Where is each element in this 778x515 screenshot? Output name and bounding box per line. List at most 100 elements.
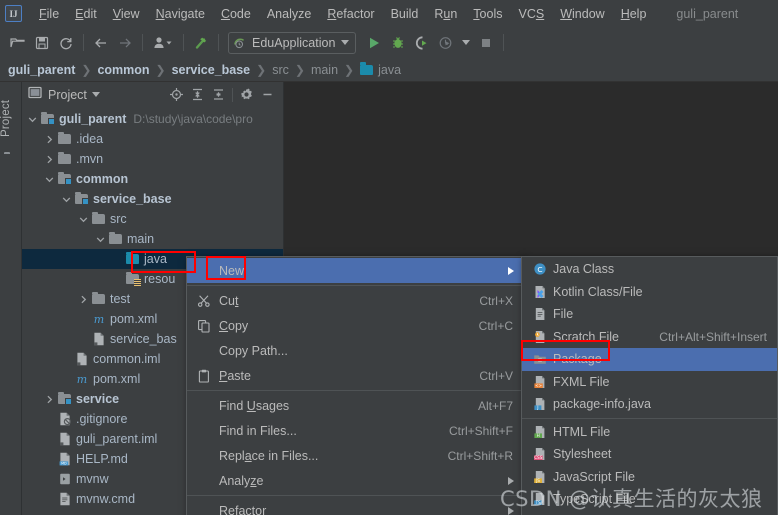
- settings-gear-icon[interactable]: [236, 84, 257, 105]
- run-configuration-selector[interactable]: EduApplication: [228, 31, 357, 54]
- breadcrumb-item-2[interactable]: service_base: [172, 63, 251, 77]
- tree-node-label: test: [110, 292, 131, 306]
- chevron-right-icon[interactable]: [77, 289, 90, 309]
- chevron-right-icon[interactable]: [43, 129, 56, 149]
- chevron-down-icon[interactable]: [60, 189, 73, 209]
- chevron-down-icon[interactable]: [77, 209, 90, 229]
- menu-edit[interactable]: Edit: [67, 4, 105, 24]
- locate-icon[interactable]: [166, 84, 187, 105]
- menu-help[interactable]: Help: [613, 4, 655, 24]
- profiler-dropdown-icon[interactable]: [458, 31, 474, 54]
- tree-node-label: guli_parent: [59, 112, 127, 126]
- submenu-item-java-class[interactable]: C Java Class: [522, 258, 777, 281]
- tree-node-common[interactable]: common: [22, 169, 283, 189]
- breadcrumb-item-5[interactable]: java: [378, 63, 401, 77]
- context-menu-shortcut: Alt+F7: [477, 398, 513, 413]
- tree-node-src[interactable]: src: [22, 209, 283, 229]
- svg-text:C: C: [537, 265, 542, 274]
- submenu-item-file[interactable]: File: [522, 303, 777, 326]
- context-menu-item-copy-path[interactable]: Copy Path...: [187, 338, 523, 363]
- context-menu-label: Analyze: [219, 473, 264, 488]
- context-menu-label: Find in Files...: [219, 423, 297, 438]
- folder-icon: [107, 229, 124, 249]
- context-menu-item-find-in-files[interactable]: Find in Files... Ctrl+Shift+F: [187, 418, 523, 443]
- menu-tools[interactable]: Tools: [465, 4, 510, 24]
- breadcrumb: guli_parent ❯ common ❯ service_base ❯ sr…: [0, 58, 778, 82]
- menu-file[interactable]: FFileile: [31, 4, 67, 24]
- submenu-item-fxml-file[interactable]: <> FXML File: [522, 371, 777, 394]
- build-hammer-icon[interactable]: [189, 31, 213, 54]
- toolbar-divider-5: [503, 34, 505, 51]
- tree-node-guli-parent[interactable]: guli_parent D:\study\java\code\pro: [22, 109, 283, 129]
- run-coverage-icon[interactable]: [410, 31, 434, 54]
- tree-node-idea[interactable]: .idea: [22, 129, 283, 149]
- new-submenu[interactable]: C Java Class Kotlin Class/File File Scra…: [521, 256, 778, 515]
- breadcrumb-item-1[interactable]: common: [97, 63, 149, 77]
- chevron-down-icon[interactable]: [26, 109, 39, 129]
- svg-text:MD: MD: [61, 462, 67, 466]
- submenu-label: FXML File: [553, 374, 610, 389]
- menu-code[interactable]: Code: [213, 4, 259, 24]
- menu-view[interactable]: View: [105, 4, 148, 24]
- project-view-chevron-down-icon[interactable]: [91, 92, 100, 97]
- hide-icon[interactable]: [257, 84, 278, 105]
- expand-all-icon[interactable]: [187, 84, 208, 105]
- submenu-label: Scratch File: [553, 329, 619, 344]
- submenu-item-package-info-java[interactable]: J package-info.java: [522, 393, 777, 416]
- tree-node-label: .gitignore: [76, 412, 128, 426]
- context-menu-item-copy[interactable]: Copy Ctrl+C: [187, 313, 523, 338]
- context-menu-item-refactor[interactable]: Refactor: [187, 498, 523, 515]
- menu-analyze[interactable]: Analyze: [259, 4, 319, 24]
- chevron-down-icon[interactable]: [341, 40, 350, 45]
- context-menu-item-replace-in-files[interactable]: Replace in Files... Ctrl+Shift+R: [187, 443, 523, 468]
- menu-window[interactable]: Window: [552, 4, 612, 24]
- save-all-icon[interactable]: [30, 31, 54, 54]
- tree-node-label: .mvn: [76, 152, 104, 166]
- stop-icon[interactable]: [474, 31, 498, 54]
- tool-window-button-project[interactable]: Project: [0, 88, 22, 148]
- submenu-item-kotlin-class-file[interactable]: Kotlin Class/File: [522, 281, 777, 304]
- menu-run[interactable]: Run: [426, 4, 465, 24]
- sync-icon[interactable]: [54, 31, 78, 54]
- tree-node-service-base[interactable]: service_base: [22, 189, 283, 209]
- forward-icon[interactable]: [113, 31, 137, 54]
- menu-build[interactable]: Build: [383, 4, 427, 24]
- menu-navigate[interactable]: Navigate: [148, 4, 213, 24]
- chevron-down-icon[interactable]: [94, 229, 107, 249]
- chevron-right-icon[interactable]: [43, 389, 56, 409]
- context-menu-shortcut: Ctrl+Shift+R: [447, 448, 513, 463]
- chevron-right-icon[interactable]: [43, 149, 56, 169]
- tree-node-mvn[interactable]: .mvn: [22, 149, 283, 169]
- context-menu[interactable]: New Cut Ctrl+X Copy Ctrl+C Copy Path...: [186, 256, 524, 515]
- breadcrumb-item-0[interactable]: guli_parent: [8, 63, 75, 77]
- iml-file-icon: [56, 429, 73, 449]
- submenu-item-scratch-file[interactable]: Scratch File Ctrl+Alt+Shift+Insert: [522, 326, 777, 349]
- back-icon[interactable]: [89, 31, 113, 54]
- submenu-item-stylesheet[interactable]: CSS Stylesheet: [522, 443, 777, 466]
- context-menu-item-analyze[interactable]: Analyze: [187, 468, 523, 493]
- context-menu-item-paste[interactable]: Paste Ctrl+V: [187, 363, 523, 388]
- profiler-icon[interactable]: [434, 31, 458, 54]
- context-menu-label: Copy: [219, 318, 249, 333]
- debug-icon[interactable]: [386, 31, 410, 54]
- chevron-down-icon[interactable]: [43, 169, 56, 189]
- submenu-item-package[interactable]: Package: [522, 348, 777, 371]
- collapse-all-icon[interactable]: [208, 84, 229, 105]
- open-folder-icon[interactable]: [6, 31, 30, 54]
- tree-node-main[interactable]: main: [22, 229, 283, 249]
- folder-icon: [56, 129, 73, 149]
- submenu-item-html-file[interactable]: H HTML File: [522, 421, 777, 444]
- breadcrumb-chevron-icon: ❯: [256, 62, 267, 77]
- context-menu-item-cut[interactable]: Cut Ctrl+X: [187, 288, 523, 313]
- tree-node-label: guli_parent.iml: [76, 432, 158, 446]
- breadcrumb-item-3[interactable]: src: [272, 63, 289, 77]
- menu-refactor[interactable]: Refactor: [319, 4, 382, 24]
- menu-vcs[interactable]: VCS: [510, 4, 552, 24]
- run-icon[interactable]: [362, 31, 386, 54]
- context-menu-item-new[interactable]: New: [187, 258, 523, 283]
- breadcrumb-item-4[interactable]: main: [311, 63, 338, 77]
- context-menu-item-find-usages[interactable]: Find Usages Alt+F7: [187, 393, 523, 418]
- profile-icon[interactable]: [148, 31, 178, 54]
- breadcrumb-chevron-icon: ❯: [344, 62, 355, 77]
